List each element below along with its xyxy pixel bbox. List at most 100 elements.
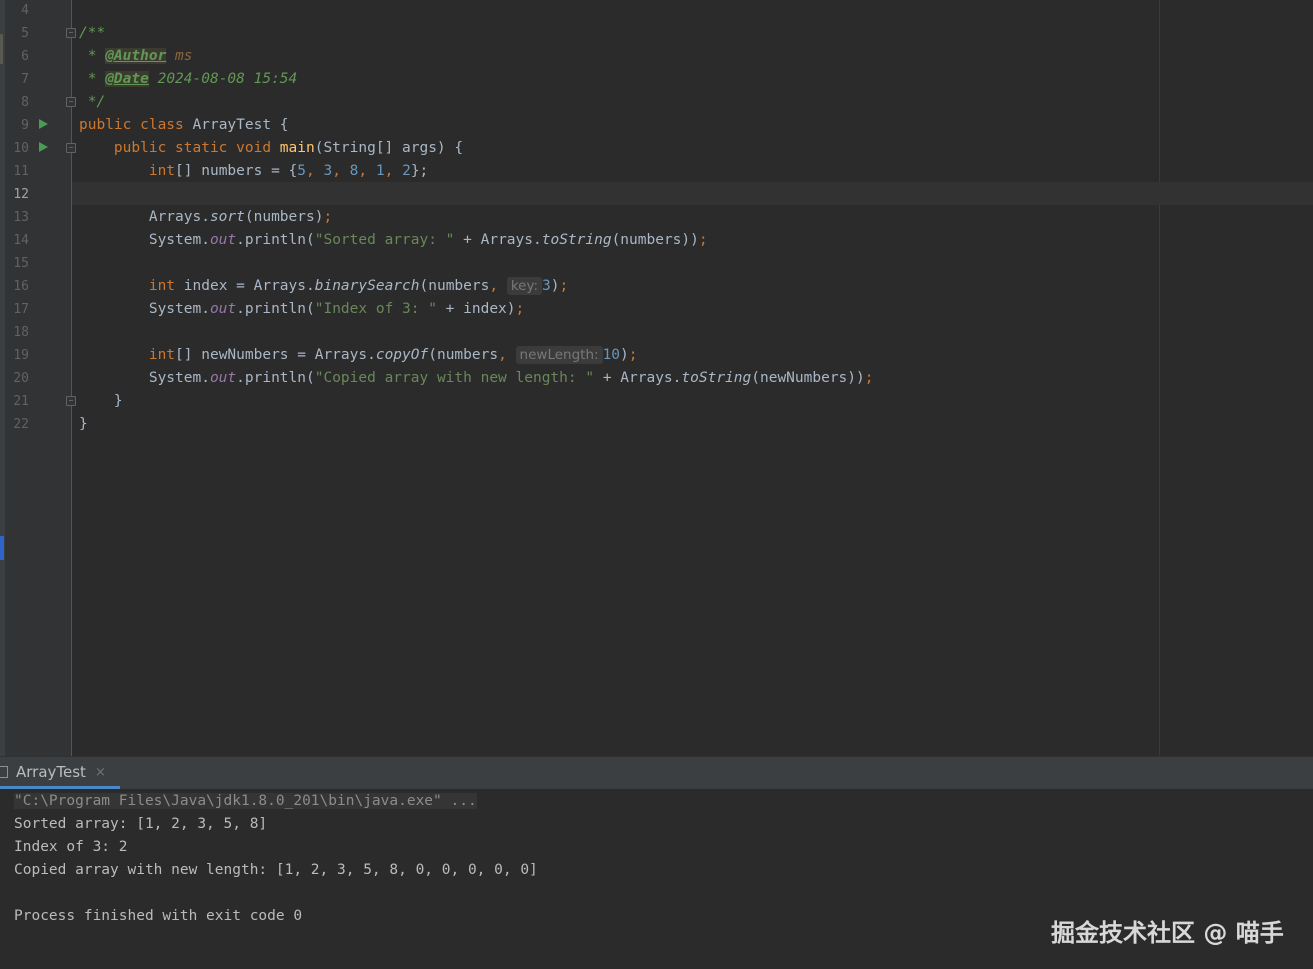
code-text: .println(: [236, 232, 315, 248]
line-number: 11: [13, 164, 29, 179]
static-field: out: [209, 232, 237, 248]
code-line-8: */: [79, 91, 105, 114]
code-text: (newNumbers)): [751, 370, 865, 386]
console-command-line[interactable]: "C:\Program Files\Java\jdk1.8.0_201\bin\…: [14, 790, 477, 813]
line-number: 6: [21, 49, 29, 64]
code-text: ): [620, 347, 629, 363]
parameter-hint: key:: [506, 277, 543, 295]
parameter-hint: newLength:: [515, 346, 603, 364]
keyword: int: [148, 347, 176, 363]
method-name: main: [279, 140, 315, 156]
number-literal: 3: [323, 163, 333, 179]
doc-comment: *: [79, 71, 106, 87]
comma: ,: [384, 163, 403, 179]
line-number: 7: [21, 72, 29, 87]
comma: ,: [306, 163, 324, 179]
code-text: (numbers: [419, 278, 490, 294]
doc-comment: /**: [79, 25, 106, 41]
code-line-22: }: [79, 413, 88, 436]
line-number: 13: [13, 210, 29, 225]
fold-toggle-icon[interactable]: [66, 97, 76, 107]
code-text: (numbers): [244, 209, 324, 225]
keyword: int: [148, 163, 176, 179]
code-line-14: System.out.println("Sorted array: " + Ar…: [79, 229, 708, 252]
run-tab-bar: ArrayTest ×: [0, 756, 1313, 789]
code-text: (numbers)): [611, 232, 699, 248]
doc-tag-value: 2024-08-08 15:54: [148, 71, 298, 87]
run-class-icon[interactable]: [39, 119, 48, 129]
code-line-17: System.out.println("Index of 3: " + inde…: [79, 298, 524, 321]
semicolon: ;: [323, 209, 333, 225]
doc-tag-value: ms: [166, 48, 193, 64]
static-method: sort: [209, 209, 245, 225]
code-text: .println(: [236, 370, 315, 386]
static-field: out: [209, 301, 237, 317]
run-config-icon: [0, 766, 8, 778]
string-literal: "Sorted array: ": [314, 232, 455, 248]
strip-marker: [0, 34, 3, 64]
run-tab-arraytest[interactable]: ArrayTest ×: [0, 757, 120, 789]
code-line-13: Arrays.sort(numbers);: [79, 206, 332, 229]
fold-toggle-icon[interactable]: [66, 396, 76, 406]
close-icon[interactable]: ×: [95, 765, 106, 780]
code-line-9: public class ArrayTest {: [79, 114, 289, 137]
code-line-10: public static void main(String[] args) {: [79, 137, 463, 160]
code-text: + Arrays.: [594, 370, 682, 386]
active-tab-indicator: [0, 786, 120, 789]
doc-comment: */: [79, 94, 106, 110]
comma: ,: [489, 278, 507, 294]
line-number: 5: [21, 26, 29, 41]
number-literal: 3: [542, 278, 551, 294]
code-editor[interactable]: 4 5 6 7 8 9 10 11 12 13 14 15 16 17 18 1…: [0, 0, 1313, 756]
strip-marker-active: [0, 536, 4, 560]
code-line-6: * @Author ms: [79, 45, 193, 68]
line-number: 19: [13, 348, 29, 363]
comma: ,: [498, 347, 516, 363]
code-text: [] newNumbers = Arrays.: [175, 347, 376, 363]
run-main-icon[interactable]: [39, 142, 48, 152]
console-output-line: Copied array with new length: [1, 2, 3, …: [14, 862, 538, 878]
line-number: 20: [13, 371, 29, 386]
fold-toggle-icon[interactable]: [66, 143, 76, 153]
code-text: index = Arrays.: [175, 278, 315, 294]
code-line-7: * @Date 2024-08-08 15:54: [79, 68, 297, 91]
static-method: toString: [541, 232, 612, 248]
code-line-11: int[] numbers = {5, 3, 8, 1, 2};: [79, 160, 428, 183]
semicolon: ;: [515, 301, 525, 317]
code-text: System.: [148, 232, 210, 248]
doc-tag: @Date: [105, 71, 149, 87]
console-output-line: Sorted array: [1, 2, 3, 5, 8]: [14, 816, 268, 832]
number-literal: 5: [297, 163, 306, 179]
static-field: out: [209, 370, 237, 386]
keyword: int: [148, 278, 176, 294]
static-method: binarySearch: [314, 278, 420, 294]
line-number: 9: [21, 118, 29, 133]
java-command[interactable]: "C:\Program Files\Java\jdk1.8.0_201\bin\…: [14, 793, 477, 809]
line-number: 14: [13, 233, 29, 248]
line-number: 10: [13, 141, 29, 156]
fold-toggle-icon[interactable]: [66, 28, 76, 38]
right-margin-guide: [1159, 0, 1160, 756]
line-number: 21: [13, 394, 29, 409]
static-method: toString: [681, 370, 752, 386]
line-number: 8: [21, 95, 29, 110]
line-number: 4: [21, 3, 29, 18]
current-line-highlight: [72, 182, 1313, 205]
code-text: }: [79, 393, 123, 409]
code-text: [] numbers = {: [175, 163, 298, 179]
comma: ,: [358, 163, 376, 179]
code-line-19: int[] newNumbers = Arrays.copyOf(numbers…: [79, 344, 638, 367]
number-literal: 10: [602, 347, 621, 363]
console-exit-line: Process finished with exit code 0: [14, 908, 303, 924]
gutter-separator: [71, 0, 72, 756]
code-line-21: }: [79, 390, 123, 413]
semicolon: ;: [698, 232, 708, 248]
console-output-line: Index of 3: 2: [14, 839, 128, 855]
